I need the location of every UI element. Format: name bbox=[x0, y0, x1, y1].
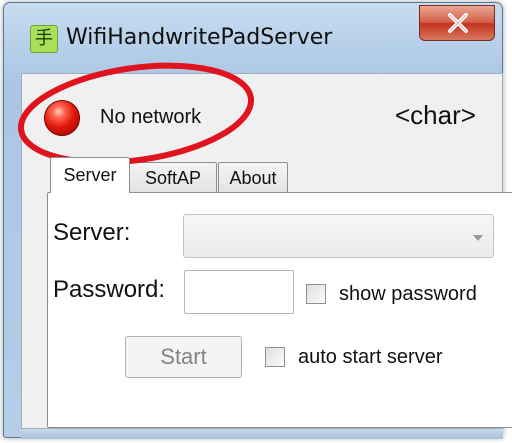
chevron-down-icon bbox=[473, 235, 483, 241]
close-button[interactable] bbox=[419, 5, 495, 41]
auto-start-label[interactable]: auto start server bbox=[298, 346, 443, 369]
close-icon bbox=[448, 13, 468, 33]
client-area: No network <char> Server SoftAP About Se… bbox=[21, 73, 512, 429]
network-status-indicator bbox=[44, 100, 80, 136]
tab-softap[interactable]: SoftAP bbox=[129, 162, 217, 192]
password-field[interactable] bbox=[184, 270, 294, 314]
tab-about[interactable]: About bbox=[218, 162, 288, 192]
app-window: 手 WifiHandwritePadServer No network <cha… bbox=[3, 2, 512, 439]
show-password-label[interactable]: show password bbox=[339, 283, 477, 306]
char-display: <char> bbox=[395, 100, 476, 130]
window-bottom-frame bbox=[21, 429, 503, 439]
tab-server[interactable]: Server bbox=[50, 157, 130, 193]
app-icon: 手 bbox=[30, 25, 58, 53]
start-button[interactable]: Start bbox=[125, 336, 242, 378]
auto-start-checkbox[interactable] bbox=[265, 347, 285, 367]
show-password-checkbox[interactable] bbox=[306, 284, 326, 304]
server-label: Server: bbox=[53, 219, 131, 246]
password-label: Password: bbox=[53, 276, 166, 303]
window-title: WifiHandwritePadServer bbox=[66, 25, 333, 50]
network-status-text: No network bbox=[100, 106, 202, 128]
server-select[interactable] bbox=[183, 214, 494, 258]
